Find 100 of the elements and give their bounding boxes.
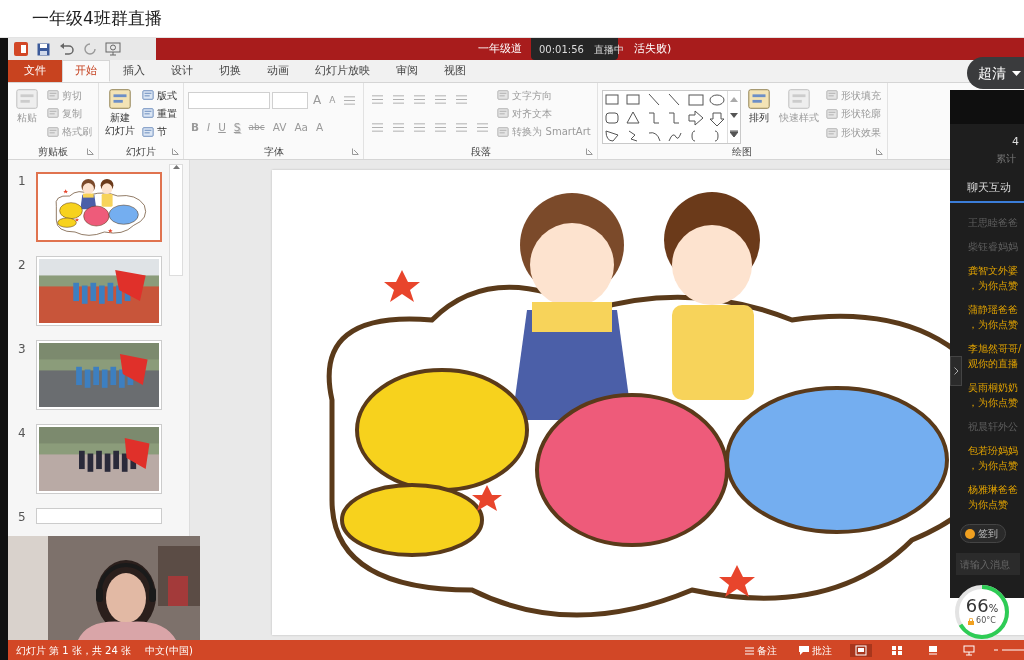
dialog-launcher-button[interactable] [875, 148, 883, 155]
dialog-launcher-button[interactable] [87, 148, 94, 155]
chevron-icon [953, 367, 959, 375]
font-name-field[interactable] [188, 91, 270, 109]
notes-button[interactable]: 备注 [741, 642, 781, 658]
app-icon[interactable] [14, 42, 28, 56]
lines-icon [434, 121, 448, 133]
group-label: 绘图 [732, 145, 753, 159]
lines-icon [455, 94, 469, 106]
performance-unit: % [988, 603, 999, 614]
toolbar-icon [825, 126, 838, 139]
dialog-launcher-button[interactable] [585, 148, 593, 155]
chat-message: 包若玢妈妈 ，为你点赞 [968, 444, 1019, 473]
slide-number: 3 [18, 341, 27, 356]
dialog-launcher-button[interactable] [352, 148, 360, 155]
shape-gallery-drawing[interactable] [602, 91, 727, 145]
font-size-field[interactable] [272, 91, 308, 109]
ribbon-tab[interactable]: 设计 [158, 60, 206, 82]
chat-message: 蒲静瑶爸爸 ，为你点赞 [968, 303, 1019, 332]
toolbar-icon [825, 89, 838, 102]
group-label: 段落 [470, 144, 491, 159]
group-label: 幻灯片 [126, 144, 156, 159]
chat-message: 李旭然哥哥/ 观你的直播 [968, 342, 1023, 371]
live-status: 直播中 [593, 42, 624, 57]
lines-icon [413, 121, 427, 133]
ribbon-tab[interactable]: 开始 [62, 60, 110, 82]
ribbon-tab[interactable]: 审阅 [383, 60, 431, 82]
temperature-label: 60°C [976, 615, 996, 627]
notes-icon [745, 645, 754, 655]
comment-icon [799, 645, 809, 655]
launcher-icon [875, 148, 883, 155]
scroll-down-icon[interactable] [729, 113, 738, 119]
toolbar-icon [47, 125, 59, 138]
lines-icon [476, 121, 490, 133]
dialog-launcher-button[interactable] [172, 148, 179, 155]
live-timer: 00:01:56 [539, 42, 584, 57]
language-label: 中文(中国) [145, 643, 193, 658]
slide-number: 1 [18, 173, 27, 188]
coin-icon [965, 528, 975, 539]
lines-icon [392, 94, 406, 106]
launcher-icon [172, 148, 179, 155]
ribbon-tab[interactable]: 切换 [206, 60, 254, 82]
grid-view-icon [891, 644, 903, 656]
lines-icon [371, 94, 385, 106]
ribbon-button[interactable]: 重置 [140, 106, 179, 121]
undo-icon[interactable] [59, 43, 75, 55]
slideshow-icon[interactable] [105, 42, 121, 56]
toolbar-icon [825, 108, 838, 120]
ribbon-large-icon [14, 86, 40, 112]
ribbon-tab[interactable]: 视图 [431, 60, 479, 82]
chat-message: 吴雨桐奶奶 ，为你点赞 [968, 381, 1019, 410]
lines-icon [455, 121, 469, 133]
lines-icon [392, 121, 406, 133]
ribbon-button[interactable]: 新建 幻灯片 [103, 86, 137, 143]
chat-message: 杨雅琳爸爸 为你点赞 [968, 483, 1019, 512]
slideshow-view-icon [963, 644, 975, 656]
page-title: 一年级4班群直播 [32, 6, 162, 30]
caret-icon [1012, 70, 1021, 76]
toolbar-icon [142, 125, 154, 138]
expand-icon[interactable] [729, 130, 738, 138]
chat-tab[interactable]: 聊天互动 [950, 165, 1024, 203]
ribbon-tab[interactable]: 幻灯片放映 [302, 60, 383, 82]
ribbon-large-icon [785, 86, 812, 112]
group-label: 字体 [263, 144, 284, 159]
group-label: 剪贴板 [38, 144, 68, 159]
zoom-slider-drawing[interactable] [994, 647, 1024, 653]
checkin-button[interactable]: 签到 [960, 524, 1006, 543]
view-button[interactable] [850, 643, 872, 657]
ribbon-tab[interactable]: 插入 [110, 60, 158, 82]
toolbar-icon [142, 89, 154, 102]
quality-button[interactable]: 超清 [967, 57, 1024, 89]
launcher-icon [585, 148, 593, 155]
chat-message: 龚智文外婆 ，为你点赞 [968, 264, 1019, 293]
comments-button[interactable]: 批注 [795, 642, 836, 658]
toolbar-icon [497, 125, 510, 138]
slide-thumbnail[interactable] [36, 508, 162, 524]
window-title: 活失败) [634, 40, 672, 57]
reading-view-icon [927, 644, 939, 656]
toolbar-icon [47, 89, 59, 102]
lines-icon [434, 94, 448, 106]
panel-toggle-button[interactable] [950, 356, 962, 386]
ribbon-tab[interactable]: 动画 [254, 60, 302, 82]
save-icon[interactable] [37, 42, 50, 56]
ribbon-button[interactable]: 节 [140, 124, 169, 140]
ribbon-button[interactable]: 排列 [743, 86, 774, 144]
file-menu-button[interactable]: 文件 [8, 60, 62, 82]
redo-icon[interactable] [84, 43, 96, 55]
launcher-icon [87, 148, 94, 155]
ribbon-large-icon [745, 86, 772, 112]
launcher-icon [352, 148, 360, 155]
toolbar-icon [47, 107, 59, 120]
lines-icon [371, 121, 385, 133]
ribbon-large-icon [107, 86, 133, 112]
scroll-up-icon[interactable] [729, 96, 738, 102]
slide-number: 5 [18, 509, 27, 524]
viewer-label: 累计 [995, 151, 1017, 166]
lines-icon [343, 94, 357, 106]
ribbon-button[interactable]: 版式 [140, 87, 179, 103]
slide-number: 4 [18, 425, 27, 440]
slide-info: 幻灯片 第 1 张，共 24 张 [16, 643, 131, 658]
